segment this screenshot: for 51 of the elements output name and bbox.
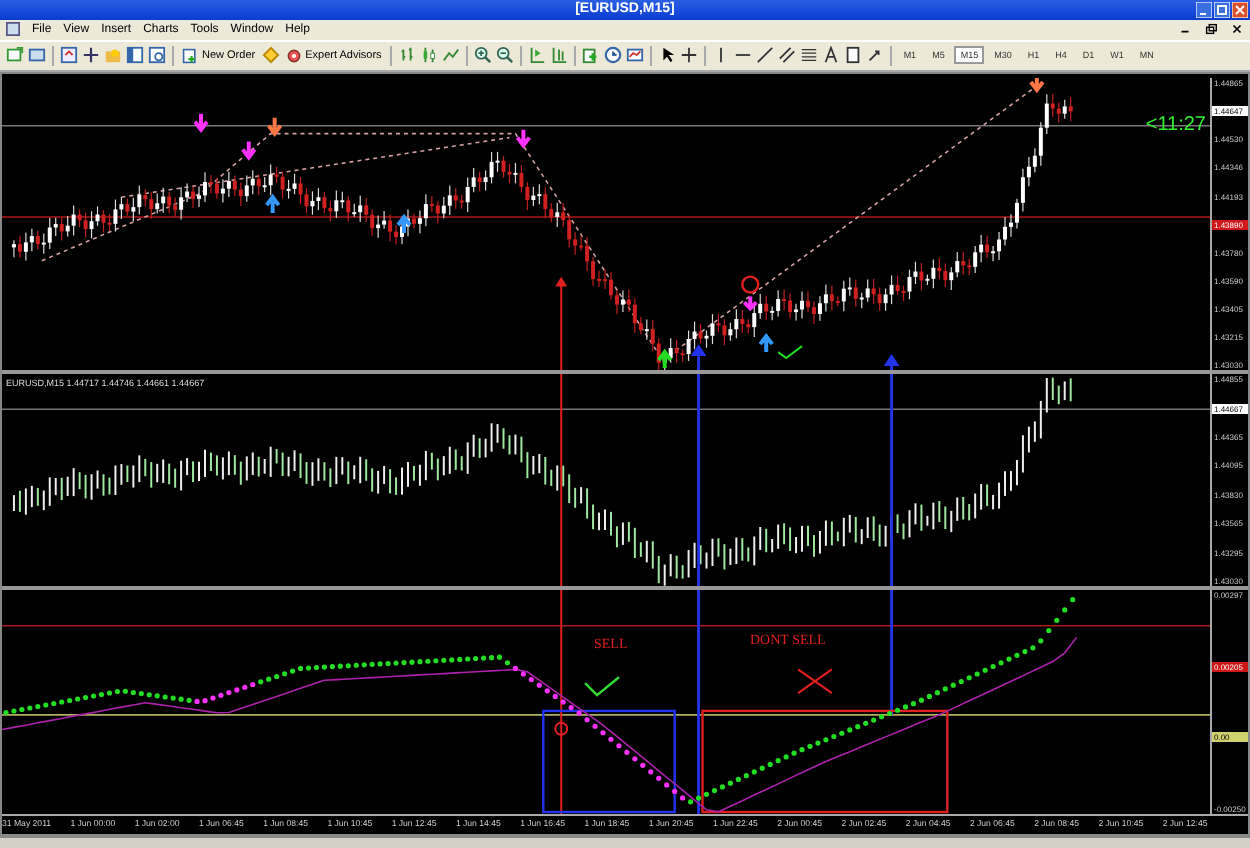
crosshair-icon[interactable] [679, 46, 698, 65]
document-plus-icon [182, 47, 198, 64]
down-arrow-icon [741, 275, 760, 312]
up-arrow-icon [758, 333, 775, 355]
arrows-icon[interactable] [865, 46, 884, 65]
up-arrow-icon [396, 214, 412, 236]
vertical-line [697, 356, 700, 371]
close-icon[interactable] [1230, 22, 1244, 37]
market-watch-icon[interactable] [60, 46, 78, 65]
terminal-icon[interactable] [148, 46, 166, 65]
cursor-icon[interactable] [657, 46, 676, 65]
up-arrow-icon [656, 349, 673, 371]
zoom-out-icon[interactable] [495, 46, 514, 65]
maximize-icon[interactable] [1214, 2, 1230, 18]
indicators-icon[interactable] [581, 46, 600, 65]
new-chart-icon[interactable] [6, 46, 24, 65]
bar-chart-icon[interactable] [397, 46, 416, 65]
down-arrow-icon [266, 116, 283, 138]
countdown-timer: <11:27 [1145, 114, 1206, 137]
trendline-icon[interactable] [755, 46, 774, 65]
circle-marker-icon [554, 722, 569, 736]
up-arrow-icon [690, 344, 707, 357]
fibonacci-icon[interactable] [799, 46, 818, 65]
templates-icon[interactable] [625, 46, 644, 65]
up-arrow-icon [264, 194, 281, 216]
buy-zone-rectangle [542, 709, 676, 814]
up-arrow-icon [555, 276, 568, 287]
channel-icon[interactable] [777, 46, 796, 65]
autoscroll-icon[interactable] [549, 46, 568, 65]
down-arrow-icon [515, 127, 532, 150]
diamond-icon[interactable] [261, 46, 280, 65]
down-arrow-icon [240, 139, 257, 162]
check-mark-icon [777, 345, 804, 360]
text-tool-icon[interactable] [821, 46, 840, 65]
restore-icon[interactable] [1204, 22, 1218, 37]
candlestick-icon[interactable] [419, 46, 438, 65]
vertical-line [890, 590, 893, 716]
crosshair-icon[interactable] [82, 46, 100, 65]
down-arrow-icon [193, 112, 209, 134]
vertical-line [560, 283, 563, 371]
check-mark-icon [584, 676, 620, 697]
down-arrow-icon [1028, 78, 1045, 94]
profiles-icon[interactable] [28, 46, 46, 65]
chart-window-icon[interactable] [6, 22, 20, 37]
clock-icon[interactable] [603, 46, 622, 65]
zoom-in-icon[interactable] [473, 46, 492, 65]
line-chart-icon[interactable] [441, 46, 460, 65]
up-arrow-icon [883, 354, 900, 367]
cross-mark-icon [796, 668, 833, 695]
chart-shift-icon[interactable] [527, 46, 546, 65]
navigator-icon[interactable] [126, 46, 144, 65]
